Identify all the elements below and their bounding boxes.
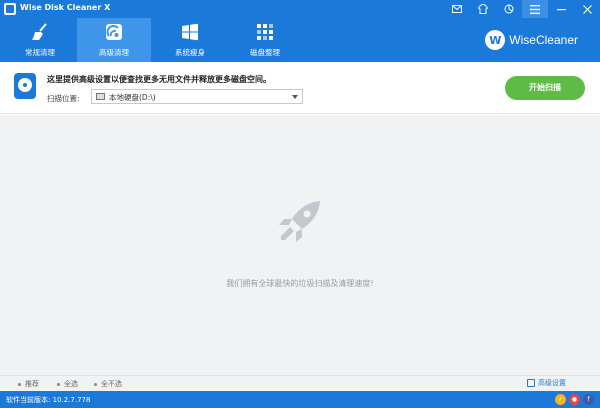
- tab-system-slim[interactable]: 系统瘦身: [153, 18, 227, 62]
- version-text: 软件当前版本: 10.2.7.778: [6, 396, 91, 404]
- close-button[interactable]: [574, 0, 600, 18]
- feedback-icon[interactable]: [496, 0, 522, 18]
- selection-options-bar: 推荐 全选 全不选 高级设置: [0, 375, 600, 391]
- window-title: Wise Disk Cleaner X: [20, 3, 111, 12]
- windows-icon: [182, 23, 198, 41]
- tab-label: 常规清理: [25, 48, 55, 57]
- broom-icon: [32, 23, 47, 40]
- status-bar: 软件当前版本: 10.2.7.778 ✓ ● f: [0, 391, 600, 408]
- tab-defrag[interactable]: 磁盘整理: [228, 18, 302, 62]
- select-all-label: 全选: [64, 380, 78, 388]
- select-none-option[interactable]: 全不选: [94, 379, 122, 389]
- like-icon[interactable]: ✓: [555, 394, 566, 405]
- empty-state-message: 我们拥有全球最快的垃圾扫描及清理速度!: [226, 279, 374, 288]
- wisecleaner-logo: W: [485, 30, 506, 50]
- tab-common-clean[interactable]: 常规清理: [3, 18, 77, 62]
- recommended-label: 推荐: [25, 380, 39, 388]
- scan-location-value: 本地硬盘(D:\): [109, 93, 156, 102]
- facebook-icon[interactable]: f: [583, 394, 594, 405]
- menu-icon[interactable]: [522, 0, 548, 18]
- brand[interactable]: W WiseCleaner: [485, 28, 578, 52]
- scan-location-label: 扫描位置:: [47, 94, 80, 103]
- scan-settings-panel: 这里提供高级设置以便查找更多无用文件并释放更多磁盘空间。 扫描位置: 本地硬盘(…: [0, 62, 600, 114]
- recommended-option[interactable]: 推荐: [18, 379, 39, 389]
- advanced-settings-label: 高级设置: [538, 379, 566, 387]
- settings-icon: [527, 379, 535, 387]
- advanced-clean-icon: [106, 24, 122, 40]
- advanced-settings-link[interactable]: 高级设置: [527, 378, 566, 388]
- app-icon: [4, 3, 16, 15]
- drive-icon: [96, 93, 105, 100]
- tab-label: 高级清理: [99, 48, 129, 57]
- minimize-button[interactable]: [548, 0, 574, 18]
- select-none-label: 全不选: [101, 380, 122, 388]
- disk-icon: [14, 73, 36, 99]
- tab-label: 系统瘦身: [175, 48, 205, 57]
- window-controls: [444, 0, 600, 18]
- chevron-down-icon: [292, 95, 298, 99]
- panel-description: 这里提供高级设置以便查找更多无用文件并释放更多磁盘空间。: [47, 75, 271, 84]
- title-bar: Wise Disk Cleaner X: [0, 0, 600, 18]
- rocket-icon: [279, 201, 320, 242]
- weibo-icon[interactable]: ●: [569, 394, 580, 405]
- start-scan-button[interactable]: 开始扫描: [505, 76, 585, 100]
- status-icons: ✓ ● f: [552, 394, 594, 405]
- results-area: 我们拥有全球最快的垃圾扫描及清理速度!: [0, 115, 600, 375]
- skin-icon[interactable]: [470, 0, 496, 18]
- tab-advanced-clean[interactable]: 高级清理: [77, 18, 151, 62]
- mail-icon[interactable]: [444, 0, 470, 18]
- select-all-option[interactable]: 全选: [57, 379, 78, 389]
- main-navigation: 常规清理 高级清理 系统瘦身 磁盘整理 W WiseCleaner: [0, 18, 600, 62]
- defrag-icon: [257, 24, 273, 40]
- brand-name: WiseCleaner: [509, 33, 578, 47]
- tab-label: 磁盘整理: [250, 48, 280, 57]
- scan-location-dropdown[interactable]: 本地硬盘(D:\): [91, 89, 303, 104]
